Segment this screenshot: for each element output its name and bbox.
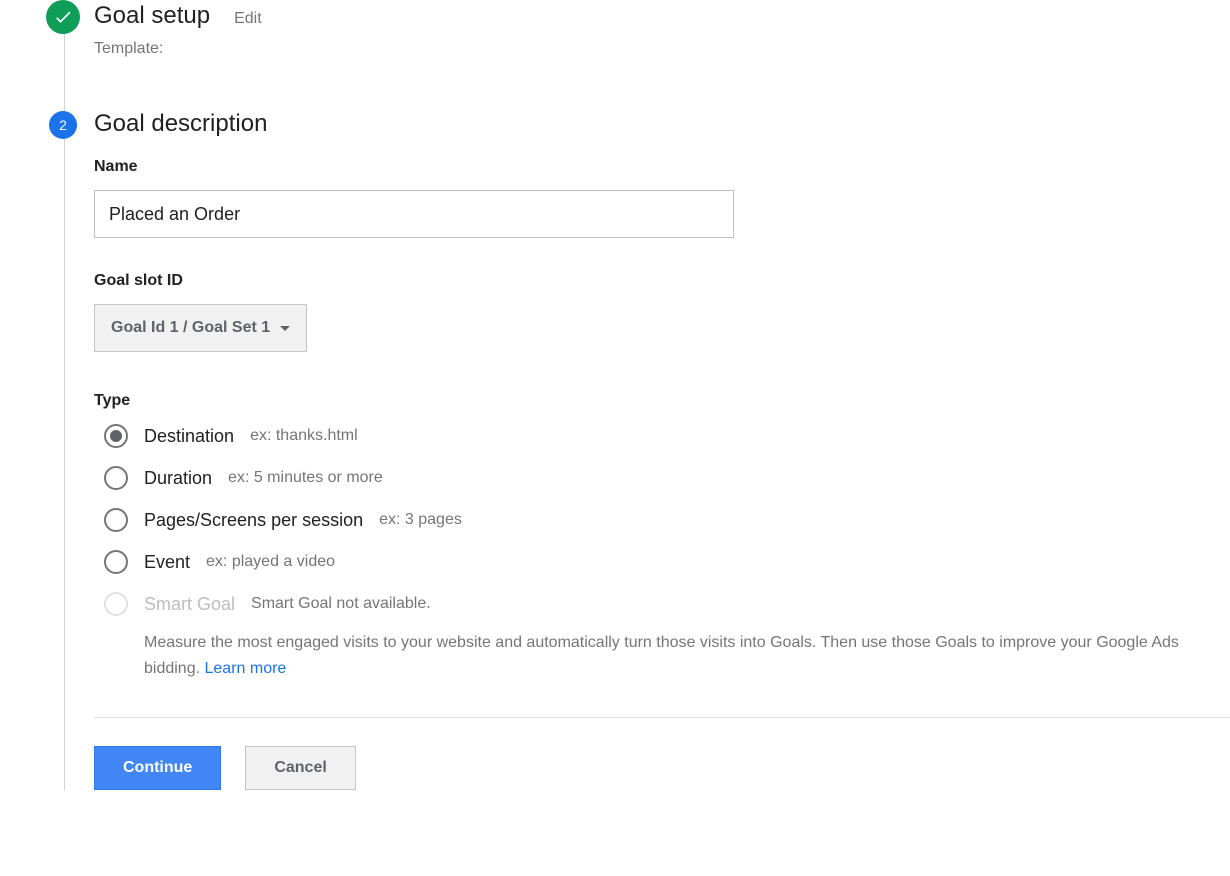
- section-divider: [94, 717, 1230, 718]
- step-connector-line: [64, 108, 65, 790]
- radio-label: Duration: [144, 468, 212, 489]
- radio-example: ex: thanks.html: [250, 427, 358, 445]
- radio-example: ex: 5 minutes or more: [228, 469, 383, 487]
- radio-icon: [104, 424, 128, 448]
- radio-icon: [104, 592, 128, 616]
- template-label: Template:: [94, 40, 1230, 58]
- radio-duration[interactable]: Duration ex: 5 minutes or more: [94, 466, 1230, 490]
- name-label: Name: [94, 158, 1230, 176]
- smart-goal-description-text: Measure the most engaged visits to your …: [144, 634, 1179, 677]
- edit-link[interactable]: Edit: [234, 10, 262, 28]
- continue-button[interactable]: Continue: [94, 746, 221, 790]
- step-number-badge: 2: [49, 111, 77, 139]
- step-goal-description: 2 Goal description Name Goal slot ID Goa…: [24, 108, 1230, 790]
- learn-more-link[interactable]: Learn more: [205, 660, 287, 677]
- radio-event[interactable]: Event ex: played a video: [94, 550, 1230, 574]
- step2-title: Goal description: [94, 110, 267, 138]
- smart-goal-description: Measure the most engaged visits to your …: [94, 630, 1214, 681]
- radio-example: ex: played a video: [206, 553, 335, 571]
- radio-example: ex: 3 pages: [379, 511, 462, 529]
- radio-icon: [104, 466, 128, 490]
- radio-label: Event: [144, 552, 190, 573]
- cancel-button[interactable]: Cancel: [245, 746, 355, 790]
- step-goal-setup: Goal setup Edit Template:: [24, 0, 1230, 108]
- goal-slot-dropdown[interactable]: Goal Id 1 / Goal Set 1: [94, 304, 307, 352]
- radio-destination[interactable]: Destination ex: thanks.html: [94, 424, 1230, 448]
- radio-label: Destination: [144, 426, 234, 447]
- radio-unavailable-text: Smart Goal not available.: [251, 595, 431, 613]
- radio-smart-goal: Smart Goal Smart Goal not available.: [94, 592, 1230, 616]
- radio-label: Pages/Screens per session: [144, 510, 363, 531]
- step1-title: Goal setup: [94, 2, 210, 30]
- radio-label: Smart Goal: [144, 594, 235, 615]
- chevron-down-icon: [280, 326, 290, 331]
- radio-pages-per-session[interactable]: Pages/Screens per session ex: 3 pages: [94, 508, 1230, 532]
- slot-label: Goal slot ID: [94, 272, 1230, 290]
- radio-icon: [104, 508, 128, 532]
- type-label: Type: [94, 392, 1230, 410]
- checkmark-icon: [46, 0, 80, 34]
- radio-icon: [104, 550, 128, 574]
- dropdown-selected-value: Goal Id 1 / Goal Set 1: [111, 319, 270, 337]
- goal-name-input[interactable]: [94, 190, 734, 238]
